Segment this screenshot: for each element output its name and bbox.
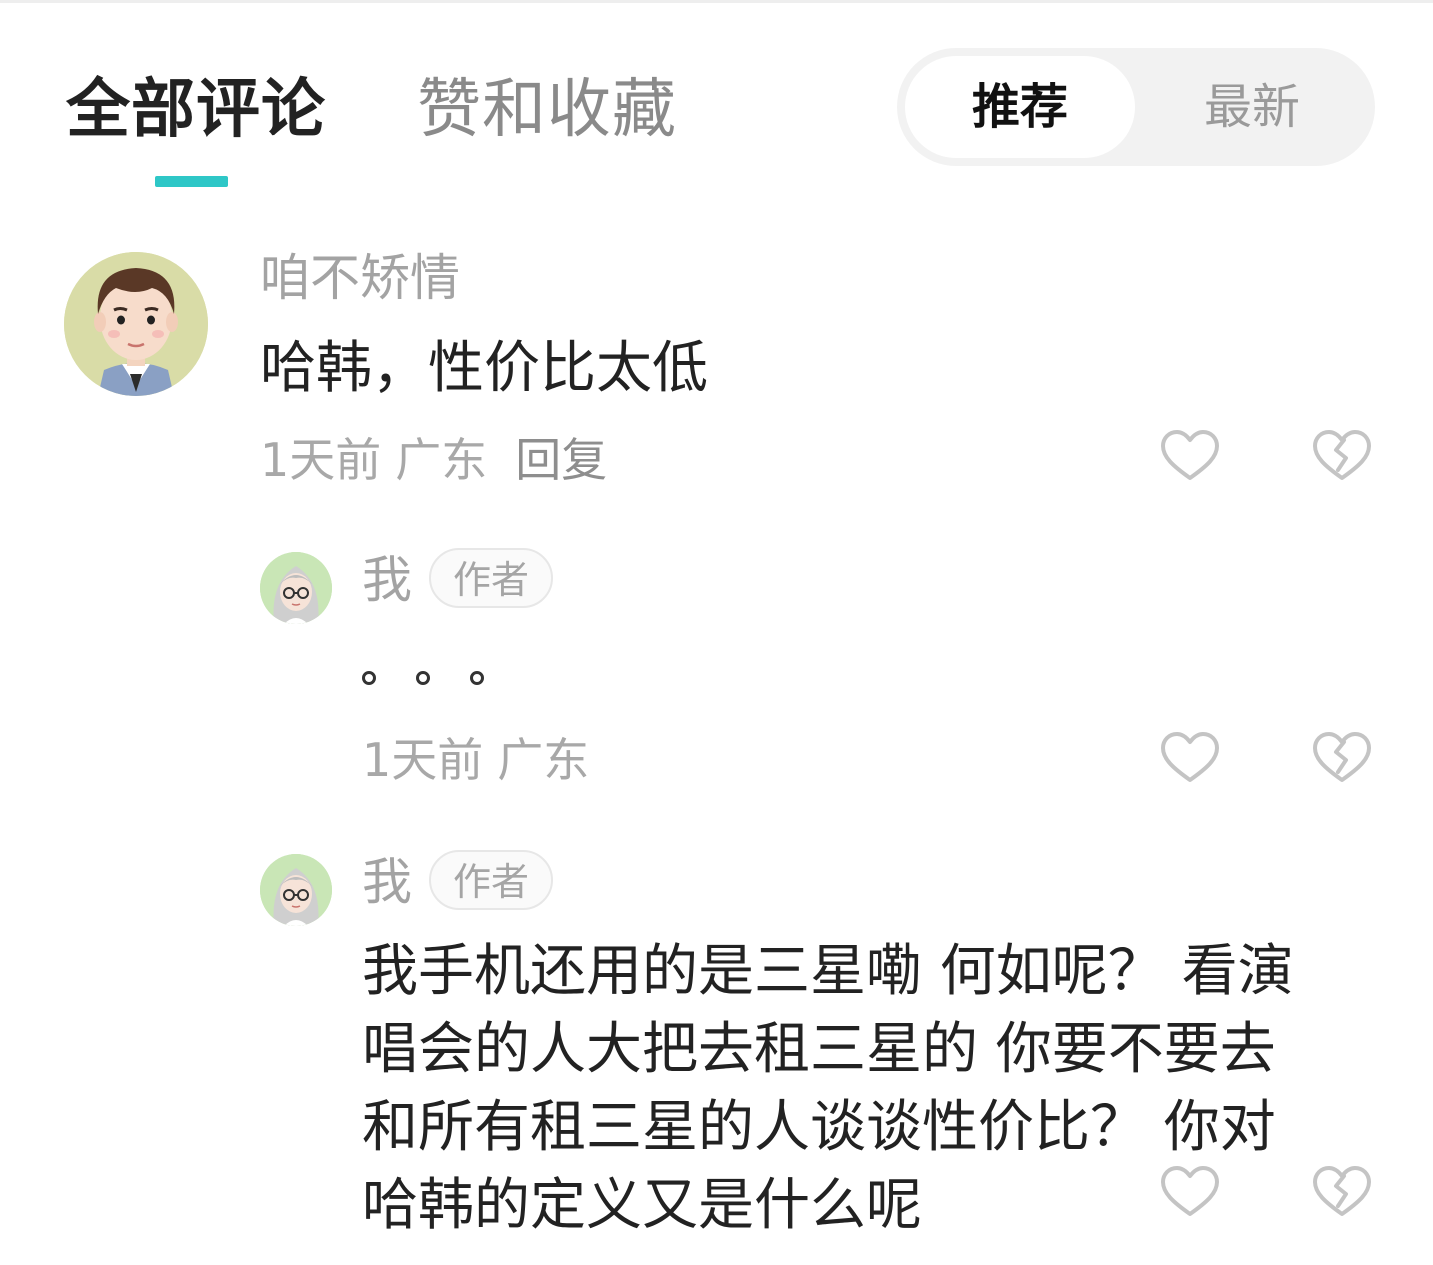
comment-username[interactable]: 咱不矫情 <box>260 248 460 308</box>
sort-toggle: 推荐 最新 <box>897 48 1375 166</box>
active-tab-indicator <box>155 176 228 187</box>
reply-meta: 1天前 广东 <box>362 732 589 788</box>
comment-location: 广东 <box>395 433 488 487</box>
broken-heart-icon <box>1313 1166 1371 1216</box>
avatar[interactable] <box>64 252 208 396</box>
like-button[interactable] <box>1159 1164 1221 1220</box>
reply-avatar[interactable] <box>260 552 332 624</box>
reply-location: 广东 <box>497 733 590 787</box>
broken-heart-icon <box>1313 430 1371 480</box>
dislike-button[interactable] <box>1311 730 1373 786</box>
reply-button[interactable]: 回复 <box>515 433 607 487</box>
author-badge: 作者 <box>429 548 553 608</box>
top-divider <box>0 0 1433 3</box>
reply-username[interactable]: 我 <box>362 550 412 610</box>
tab-all-comments[interactable]: 全部评论 <box>66 70 326 150</box>
sort-recommended-button[interactable]: 推荐 <box>905 56 1135 158</box>
dot <box>362 671 376 685</box>
dislike-button[interactable] <box>1311 428 1373 484</box>
broken-heart-icon <box>1313 732 1371 782</box>
comment-text: 哈韩，性价比太低 <box>260 336 708 401</box>
heart-outline-icon <box>1161 1166 1219 1216</box>
reply-username[interactable]: 我 <box>362 852 412 912</box>
reply-time: 1天前 <box>362 733 484 787</box>
comment-meta: 1天前 广东 回复 <box>260 432 607 488</box>
reply-text-dots <box>362 670 524 689</box>
comment-time: 1天前 <box>260 433 382 487</box>
author-badge: 作者 <box>429 850 553 910</box>
girl-avatar-icon <box>260 552 332 624</box>
dislike-button[interactable] <box>1311 1164 1373 1220</box>
sort-latest-button[interactable]: 最新 <box>1137 56 1367 158</box>
dot <box>416 671 430 685</box>
like-button[interactable] <box>1159 428 1221 484</box>
tab-likes-and-favorites[interactable]: 赞和收藏 <box>417 70 677 150</box>
dot <box>470 671 484 685</box>
reply-avatar[interactable] <box>260 854 332 926</box>
girl-avatar-icon <box>260 854 332 926</box>
heart-outline-icon <box>1161 732 1219 782</box>
male-avatar-icon <box>64 252 208 396</box>
like-button[interactable] <box>1159 730 1221 786</box>
heart-outline-icon <box>1161 430 1219 480</box>
